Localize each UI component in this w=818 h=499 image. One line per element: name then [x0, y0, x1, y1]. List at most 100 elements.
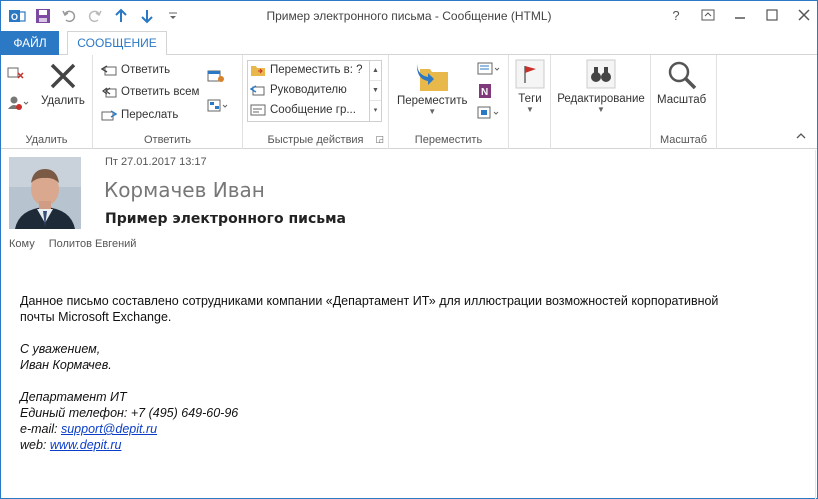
move-group-label: Переместить — [414, 134, 483, 146]
folder-move-icon — [251, 66, 265, 76]
delete-group-label: Удалить — [25, 134, 68, 146]
more-respond-button[interactable] — [207, 99, 229, 113]
flag-icon — [515, 59, 545, 89]
actions-button[interactable] — [477, 105, 501, 121]
quick-steps-gallery: Переместить в: ? Руководителю Сообщение … — [247, 60, 382, 122]
actions-icon — [477, 106, 499, 119]
tags-button[interactable]: Теги ▼ — [515, 59, 545, 114]
svg-text:N: N — [481, 87, 488, 98]
web-label: web: — [20, 438, 50, 452]
rules-button[interactable] — [477, 61, 501, 77]
quick-steps-group-label: Быстрые действия — [267, 134, 364, 146]
zoom-group: Масштаб Масштаб — [651, 55, 717, 149]
delete-group: Удалить Удалить — [1, 55, 93, 149]
tab-message[interactable]: СООБЩЕНИЕ — [67, 31, 167, 56]
more-respond-icon — [207, 99, 228, 112]
quick-step-manager-label: Руководителю — [270, 84, 347, 96]
body-line-1: Данное письмо составлено сотрудниками ко… — [20, 294, 719, 308]
editing-button[interactable]: Редактирование ▼ — [557, 59, 645, 114]
avatar — [9, 157, 81, 229]
quick-step-manager[interactable]: Руководителю — [250, 83, 347, 97]
message-subject: Пример электронного письма — [105, 211, 346, 227]
forward-button[interactable]: Переслать — [101, 108, 178, 122]
email-label: e-mail: — [20, 422, 61, 436]
title-bar: O Пример электронного письма - Сообщение… — [1, 1, 817, 31]
quick-step-move-label: Переместить в: ? — [270, 64, 363, 76]
quick-steps-scroll[interactable]: ▲ ▼ ▾ — [369, 61, 381, 121]
delete-icon — [50, 63, 76, 89]
help-icon[interactable]: ? — [665, 5, 687, 25]
onenote-button[interactable]: N — [477, 83, 493, 99]
meeting-button[interactable] — [207, 69, 225, 83]
window-controls: ? — [665, 5, 815, 25]
scrollbar[interactable] — [815, 150, 816, 499]
expand-gallery-icon[interactable]: ▾ — [370, 101, 381, 121]
email-link[interactable]: support@depit.ru — [61, 422, 157, 436]
signature-web-line: web: www.depit.ru — [20, 437, 800, 453]
reply-all-button[interactable]: Ответить всем — [101, 85, 199, 99]
signature-email-line: e-mail: support@depit.ru — [20, 421, 800, 437]
forward-icon — [101, 110, 117, 121]
zoom-group-label: Масштаб — [659, 134, 708, 146]
quick-step-move[interactable]: Переместить в: ? — [250, 63, 363, 77]
ribbon-tabs: ФАЙЛ СООБЩЕНИЕ — [1, 31, 817, 56]
junk-icon — [8, 96, 29, 110]
message-body[interactable]: Данное письмо составлено сотрудниками ко… — [20, 293, 800, 453]
recipients-row: Кому Политов Евгений — [9, 238, 136, 250]
signature-greeting: С уважением, — [20, 342, 101, 356]
quick-step-team-label: Сообщение гр... — [270, 104, 356, 116]
move-group: Переместить ▼ N Переместить — [389, 55, 509, 149]
editing-label: Редактирование — [557, 93, 645, 105]
delete-label: Удалить — [41, 95, 85, 107]
zoom-button[interactable]: Масштаб — [657, 59, 706, 106]
ribbon: Удалить Удалить Ответить Ответить всем П… — [1, 55, 817, 149]
message-window: O Пример электронного письма - Сообщение… — [0, 0, 818, 499]
move-button[interactable]: Переместить ▼ — [397, 61, 467, 116]
reply-label: Ответить — [121, 64, 171, 76]
scroll-down-icon[interactable]: ▼ — [370, 81, 381, 101]
signature-phone: Единый телефон: +7 (495) 649-60-96 — [20, 406, 239, 420]
minimize-icon[interactable] — [729, 5, 751, 25]
web-link[interactable]: www.depit.ru — [50, 438, 122, 452]
to-manager-icon — [250, 85, 265, 96]
editing-group: Редактирование ▼ — [551, 55, 651, 149]
reply-all-icon — [102, 87, 117, 98]
ignore-button[interactable] — [7, 65, 25, 81]
close-icon[interactable] — [793, 5, 815, 25]
signature-company: Департамент ИТ — [20, 390, 127, 404]
reply-all-label: Ответить всем — [121, 86, 200, 98]
collapse-ribbon-icon[interactable] — [795, 131, 807, 144]
tags-label: Теги — [518, 93, 542, 105]
quick-steps-group: Переместить в: ? Руководителю Сообщение … — [243, 55, 389, 149]
rules-icon — [477, 62, 500, 75]
quick-step-team[interactable]: Сообщение гр... — [250, 103, 356, 117]
junk-button[interactable] — [7, 95, 29, 111]
move-folder-icon — [417, 63, 449, 91]
zoom-label: Масштаб — [657, 94, 707, 106]
move-label: Переместить — [397, 95, 468, 107]
respond-group: Ответить Ответить всем Переслать Ответит… — [93, 55, 243, 149]
binoculars-icon — [586, 59, 616, 89]
respond-group-label: Ответить — [143, 134, 192, 146]
ribbon-display-icon[interactable] — [697, 5, 719, 25]
onenote-icon: N — [479, 84, 491, 98]
ignore-icon — [7, 67, 24, 79]
move-dropdown-icon: ▼ — [428, 107, 437, 116]
delete-button[interactable]: Удалить — [41, 61, 85, 107]
recipient-name[interactable]: Политов Евгений — [49, 238, 137, 250]
tags-group: Теги ▼ — [509, 55, 551, 149]
maximize-icon[interactable] — [761, 5, 783, 25]
message-date: Пт 27.01.2017 13:17 — [105, 156, 207, 168]
magnifier-icon — [668, 61, 696, 90]
tab-file[interactable]: ФАЙЛ — [1, 31, 59, 55]
reply-button[interactable]: Ответить — [101, 63, 170, 77]
editing-dropdown-icon: ▼ — [597, 105, 605, 114]
reply-icon — [101, 65, 117, 76]
sender-name[interactable]: Кормачев Иван — [104, 178, 265, 202]
meeting-icon — [207, 70, 224, 82]
signature-name: Иван Кормачев. — [20, 358, 112, 372]
body-line-2: почты Microsoft Exchange. — [20, 310, 172, 324]
scroll-up-icon[interactable]: ▲ — [370, 61, 381, 81]
to-label: Кому — [9, 238, 35, 250]
forward-label: Переслать — [121, 109, 179, 121]
